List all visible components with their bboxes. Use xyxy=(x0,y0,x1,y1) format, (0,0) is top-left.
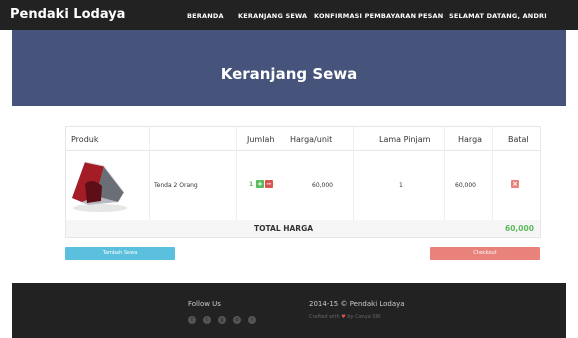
dribbble-icon[interactable]: o xyxy=(233,316,241,324)
unit-price: 60,000 xyxy=(312,182,333,189)
column-divider xyxy=(149,127,150,221)
nav-pesan[interactable]: PESAN xyxy=(418,12,443,20)
page-title: Keranjang Sewa xyxy=(220,65,358,83)
crafted-suffix: by Canya SW xyxy=(347,314,381,320)
cart-table: Produk Jumlah Harga/unit Lama Pinjam Har… xyxy=(65,126,541,238)
column-divider xyxy=(236,127,237,221)
rss-icon[interactable]: r xyxy=(248,316,256,324)
footer: Follow Us f t g o r 2014-15 © Pendaki Lo… xyxy=(12,283,566,338)
product-name: Tenda 2 Orang xyxy=(154,182,198,189)
quantity-value: 1 xyxy=(249,181,254,188)
nav-keranjang-sewa[interactable]: KERANJANG SEWA xyxy=(238,12,307,20)
column-divider xyxy=(353,127,354,221)
header-divider xyxy=(66,150,540,151)
header-batal: Batal xyxy=(508,135,529,144)
tent-icon xyxy=(72,161,127,212)
heart-icon: ♥ xyxy=(341,314,346,320)
column-divider xyxy=(444,127,445,221)
crafted-prefix: Crafted with xyxy=(309,314,340,320)
minus-icon: − xyxy=(266,180,272,188)
close-icon: × xyxy=(512,180,518,188)
column-divider xyxy=(492,127,493,221)
header-jumlah: Jumlah xyxy=(247,135,275,144)
plus-icon: + xyxy=(257,180,263,188)
decrease-qty-button[interactable]: − xyxy=(265,180,273,188)
header-lama-pinjam: Lama Pinjam xyxy=(379,135,431,144)
total-row: TOTAL HARGA 60,000 xyxy=(66,220,540,237)
total-value: 60,000 xyxy=(505,224,534,233)
brand-logo[interactable]: Pendaki Lodaya xyxy=(10,7,125,22)
header-harga-unit: Harga/unit xyxy=(290,135,333,144)
crafted-by-text: Crafted with ♥ by Canya SW xyxy=(309,314,381,320)
tambah-sewa-button[interactable]: Tambah Sewa xyxy=(65,247,175,260)
twitter-icon[interactable]: t xyxy=(203,316,211,324)
nav-konfirmasi-pembayaran[interactable]: KONFIRMASI PEMBAYARAN xyxy=(314,12,416,20)
nav-beranda[interactable]: BERANDA xyxy=(187,12,224,20)
product-image xyxy=(68,154,130,214)
google-plus-icon[interactable]: g xyxy=(218,316,226,324)
nav-user-welcome[interactable]: SELAMAT DATANG, ANDRI xyxy=(449,12,547,20)
checkout-button[interactable]: Checkout xyxy=(430,247,540,260)
total-label: TOTAL HARGA xyxy=(254,224,314,233)
header-harga: Harga xyxy=(458,135,483,144)
cancel-item-button[interactable]: × xyxy=(511,180,519,188)
row-price: 60,000 xyxy=(455,182,476,189)
top-navbar: Pendaki Lodaya BERANDA KERANJANG SEWA KO… xyxy=(0,0,578,30)
follow-us-label: Follow Us xyxy=(188,300,221,308)
hero-banner: Keranjang Sewa xyxy=(12,30,566,106)
facebook-icon[interactable]: f xyxy=(188,316,196,324)
rental-duration: 1 xyxy=(399,182,403,189)
increase-qty-button[interactable]: + xyxy=(256,180,264,188)
copyright-text: 2014-15 © Pendaki Lodaya xyxy=(309,300,405,308)
header-produk: Produk xyxy=(71,135,99,144)
